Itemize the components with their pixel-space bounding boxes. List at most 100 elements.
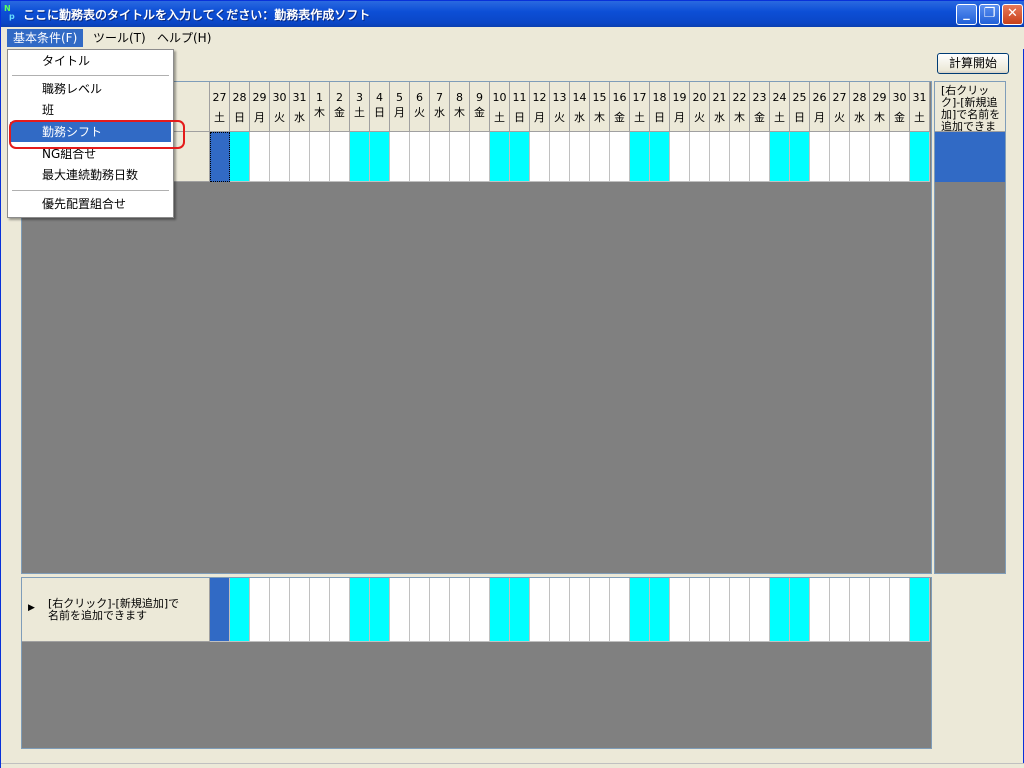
schedule-cell[interactable] — [290, 132, 310, 182]
staff-cell[interactable] — [310, 578, 330, 642]
staff-cell[interactable] — [450, 578, 470, 642]
staff-cell[interactable] — [350, 578, 370, 642]
staff-cell[interactable] — [590, 578, 610, 642]
title-bar[interactable]: N p ここに勤務表のタイトルを入力してください：勤務表作成ソフト _ ❐ ✕ — [1, 1, 1024, 27]
staff-grid[interactable]: ▶ [右クリック]-[新規追加]で 名前を追加できます — [21, 577, 932, 749]
close-button[interactable]: ✕ — [1002, 4, 1023, 25]
side-grid[interactable]: [右クリック]-[新規追加]で名前を追加できます — [934, 81, 1006, 574]
schedule-cell[interactable] — [350, 132, 370, 182]
menu-tools[interactable]: ツール(T) — [87, 29, 152, 47]
staff-cell[interactable] — [770, 578, 790, 642]
schedule-cell[interactable] — [610, 132, 630, 182]
schedule-cell[interactable] — [630, 132, 650, 182]
staff-cell[interactable] — [710, 578, 730, 642]
start-calculation-button[interactable]: 計算開始 — [937, 53, 1009, 74]
day-header: 28 日 — [230, 82, 250, 132]
staff-cell[interactable] — [470, 578, 490, 642]
staff-cell[interactable] — [290, 578, 310, 642]
day-header: 18 日 — [650, 82, 670, 132]
schedule-cell[interactable] — [710, 132, 730, 182]
staff-cell[interactable] — [570, 578, 590, 642]
schedule-cell[interactable] — [470, 132, 490, 182]
staff-cell[interactable] — [830, 578, 850, 642]
schedule-cell[interactable] — [510, 132, 530, 182]
restore-button[interactable]: ❐ — [979, 4, 1000, 25]
schedule-cell[interactable] — [670, 132, 690, 182]
staff-cell[interactable] — [370, 578, 390, 642]
staff-cell[interactable] — [330, 578, 350, 642]
staff-row-header[interactable]: ▶ [右クリック]-[新規追加]で 名前を追加できます — [22, 578, 210, 642]
menu-item-han[interactable]: 班 — [10, 100, 171, 120]
staff-cell[interactable] — [410, 578, 430, 642]
schedule-cell[interactable] — [810, 132, 830, 182]
schedule-cell[interactable] — [770, 132, 790, 182]
staff-cell[interactable] — [690, 578, 710, 642]
staff-cell[interactable] — [670, 578, 690, 642]
schedule-cell[interactable] — [550, 132, 570, 182]
day-number: 12 — [532, 91, 547, 104]
schedule-cell[interactable] — [910, 132, 930, 182]
staff-cell[interactable] — [890, 578, 910, 642]
staff-cell[interactable] — [750, 578, 770, 642]
staff-cell[interactable] — [530, 578, 550, 642]
staff-cell[interactable] — [230, 578, 250, 642]
staff-cell[interactable] — [850, 578, 870, 642]
staff-cell[interactable] — [650, 578, 670, 642]
day-header: 26 月 — [810, 82, 830, 132]
staff-cell[interactable] — [730, 578, 750, 642]
schedule-cell[interactable] — [270, 132, 290, 182]
staff-cell[interactable] — [790, 578, 810, 642]
minimize-button[interactable]: _ — [956, 4, 977, 25]
schedule-cell[interactable] — [210, 132, 230, 182]
schedule-cell[interactable] — [590, 132, 610, 182]
menu-help[interactable]: ヘルプ(H) — [151, 29, 217, 47]
schedule-cell[interactable] — [750, 132, 770, 182]
weekday-label: 日 — [234, 111, 245, 124]
staff-cell[interactable] — [510, 578, 530, 642]
staff-cell[interactable] — [870, 578, 890, 642]
schedule-cell[interactable] — [830, 132, 850, 182]
schedule-cell[interactable] — [410, 132, 430, 182]
staff-cell[interactable] — [270, 578, 290, 642]
weekday-label: 月 — [674, 111, 685, 124]
menu-item-title[interactable]: タイトル — [10, 51, 171, 71]
menu-kihon-joken[interactable]: 基本条件(F) — [7, 29, 84, 47]
schedule-cell[interactable] — [730, 132, 750, 182]
schedule-cell[interactable] — [850, 132, 870, 182]
staff-cell[interactable] — [610, 578, 630, 642]
day-number: 3 — [356, 91, 363, 104]
schedule-cell[interactable] — [570, 132, 590, 182]
schedule-cell[interactable] — [250, 132, 270, 182]
schedule-cell[interactable] — [330, 132, 350, 182]
schedule-cell[interactable] — [430, 132, 450, 182]
staff-cell[interactable] — [810, 578, 830, 642]
staff-cell[interactable] — [250, 578, 270, 642]
staff-cell[interactable] — [490, 578, 510, 642]
schedule-cell[interactable] — [310, 132, 330, 182]
staff-cell[interactable] — [210, 578, 230, 642]
schedule-cell[interactable] — [490, 132, 510, 182]
staff-cell[interactable] — [430, 578, 450, 642]
menu-item-shokumu-level[interactable]: 職務レベル — [10, 79, 171, 99]
schedule-cell[interactable] — [370, 132, 390, 182]
day-number: 19 — [672, 91, 687, 104]
staff-cell[interactable] — [630, 578, 650, 642]
schedule-cell[interactable] — [790, 132, 810, 182]
schedule-cell[interactable] — [450, 132, 470, 182]
schedule-cell[interactable] — [870, 132, 890, 182]
schedule-cell[interactable] — [530, 132, 550, 182]
schedule-cell[interactable] — [650, 132, 670, 182]
schedule-cell[interactable] — [690, 132, 710, 182]
schedule-cell[interactable] — [230, 132, 250, 182]
menu-item-yusen-haichi[interactable]: 優先配置組合せ — [10, 194, 171, 214]
side-grid-cell[interactable] — [935, 132, 1005, 182]
day-header: 4日 — [370, 82, 390, 132]
staff-cell[interactable] — [390, 578, 410, 642]
menu-item-max-renzoku[interactable]: 最大連続勤務日数 — [10, 165, 171, 185]
staff-cell[interactable] — [910, 578, 930, 642]
schedule-cell[interactable] — [390, 132, 410, 182]
day-header: 24 土 — [770, 82, 790, 132]
schedule-cell[interactable] — [890, 132, 910, 182]
staff-cell[interactable] — [550, 578, 570, 642]
weekday-label: 水 — [854, 111, 865, 124]
